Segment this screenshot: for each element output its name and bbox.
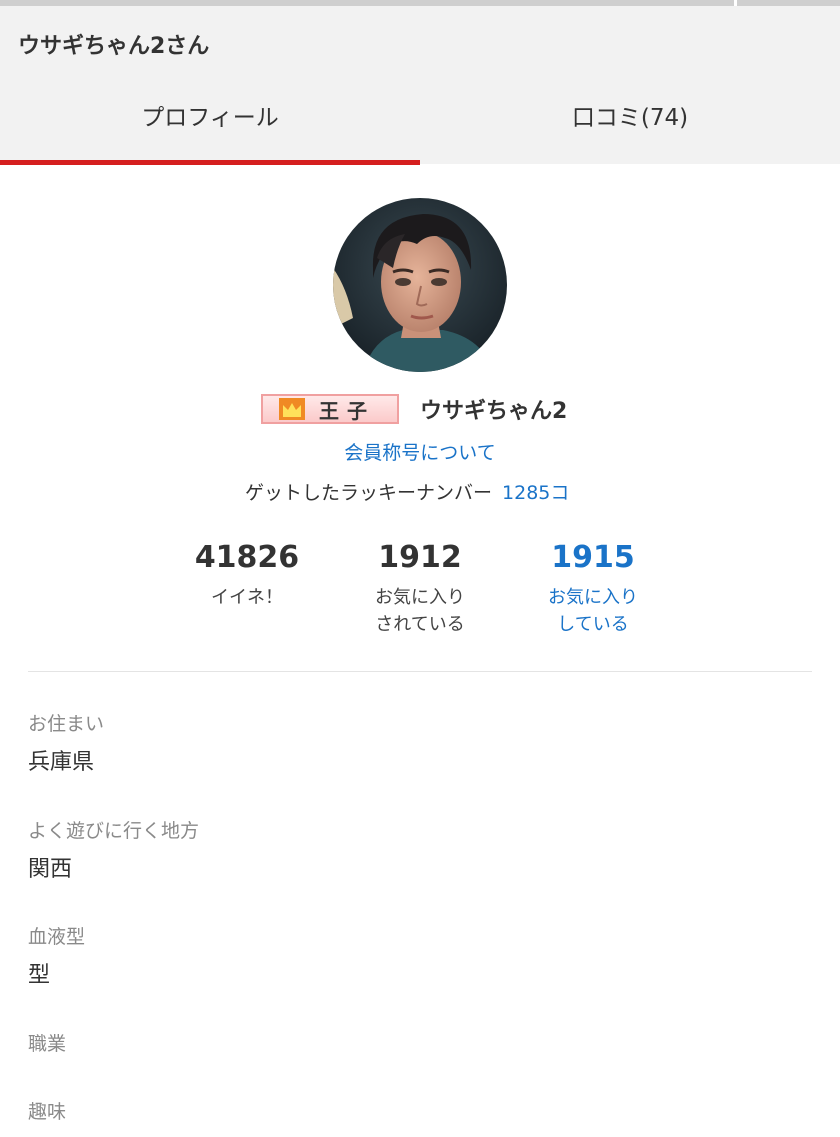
divider	[28, 671, 812, 672]
field-label-blood-type: 血液型	[28, 926, 86, 948]
field-value-favorite-region: 関西	[28, 857, 73, 882]
stat-favoriting-label[interactable]: お気に入り している	[508, 584, 678, 638]
field-value-blood-type: 型	[28, 963, 51, 988]
avatar-image	[333, 198, 507, 372]
member-title-badge: 王子	[261, 394, 399, 424]
field-label-favorite-region: よく遊びに行く地方	[28, 820, 200, 842]
stat-likes: 41826 イイネ！	[162, 538, 332, 611]
stat-likes-label: イイネ！	[211, 587, 283, 608]
active-tab-indicator	[0, 160, 420, 165]
stat-favorited-value: 1912	[378, 540, 462, 575]
field-label-hobbies: 趣味	[28, 1101, 67, 1123]
stat-favorited: 1912 お気に入り されている	[335, 538, 505, 638]
stat-favoriting[interactable]: 1915 お気に入り している	[508, 538, 678, 638]
field-label-occupation: 職業	[28, 1033, 67, 1055]
username: ウサギちゃん2	[420, 399, 568, 424]
tab-profile[interactable]: プロフィール	[0, 82, 420, 164]
crown-icon	[279, 398, 305, 420]
lucky-number-label: ゲットしたラッキーナンバー	[245, 482, 493, 504]
member-rank-link[interactable]: 会員称号について	[0, 438, 840, 465]
profile-header: ウサギちゃん2さん プロフィール 口コミ(74)	[0, 6, 840, 165]
lucky-number-count[interactable]: 1285コ	[502, 482, 569, 504]
stat-likes-value: 41826	[194, 540, 300, 575]
avatar	[333, 198, 507, 372]
stat-favorited-label: お気に入り されている	[375, 587, 465, 635]
badge-text: 王子	[319, 398, 375, 423]
stat-favoriting-value[interactable]: 1915	[508, 538, 678, 578]
page-title: ウサギちゃん2さん	[18, 34, 210, 59]
tab-reviews[interactable]: 口コミ(74)	[420, 82, 840, 164]
field-value-residence: 兵庫県	[28, 750, 95, 775]
lucky-number-row: ゲットしたラッキーナンバー 1285コ	[245, 478, 569, 505]
field-label-residence: お住まい	[28, 713, 105, 735]
